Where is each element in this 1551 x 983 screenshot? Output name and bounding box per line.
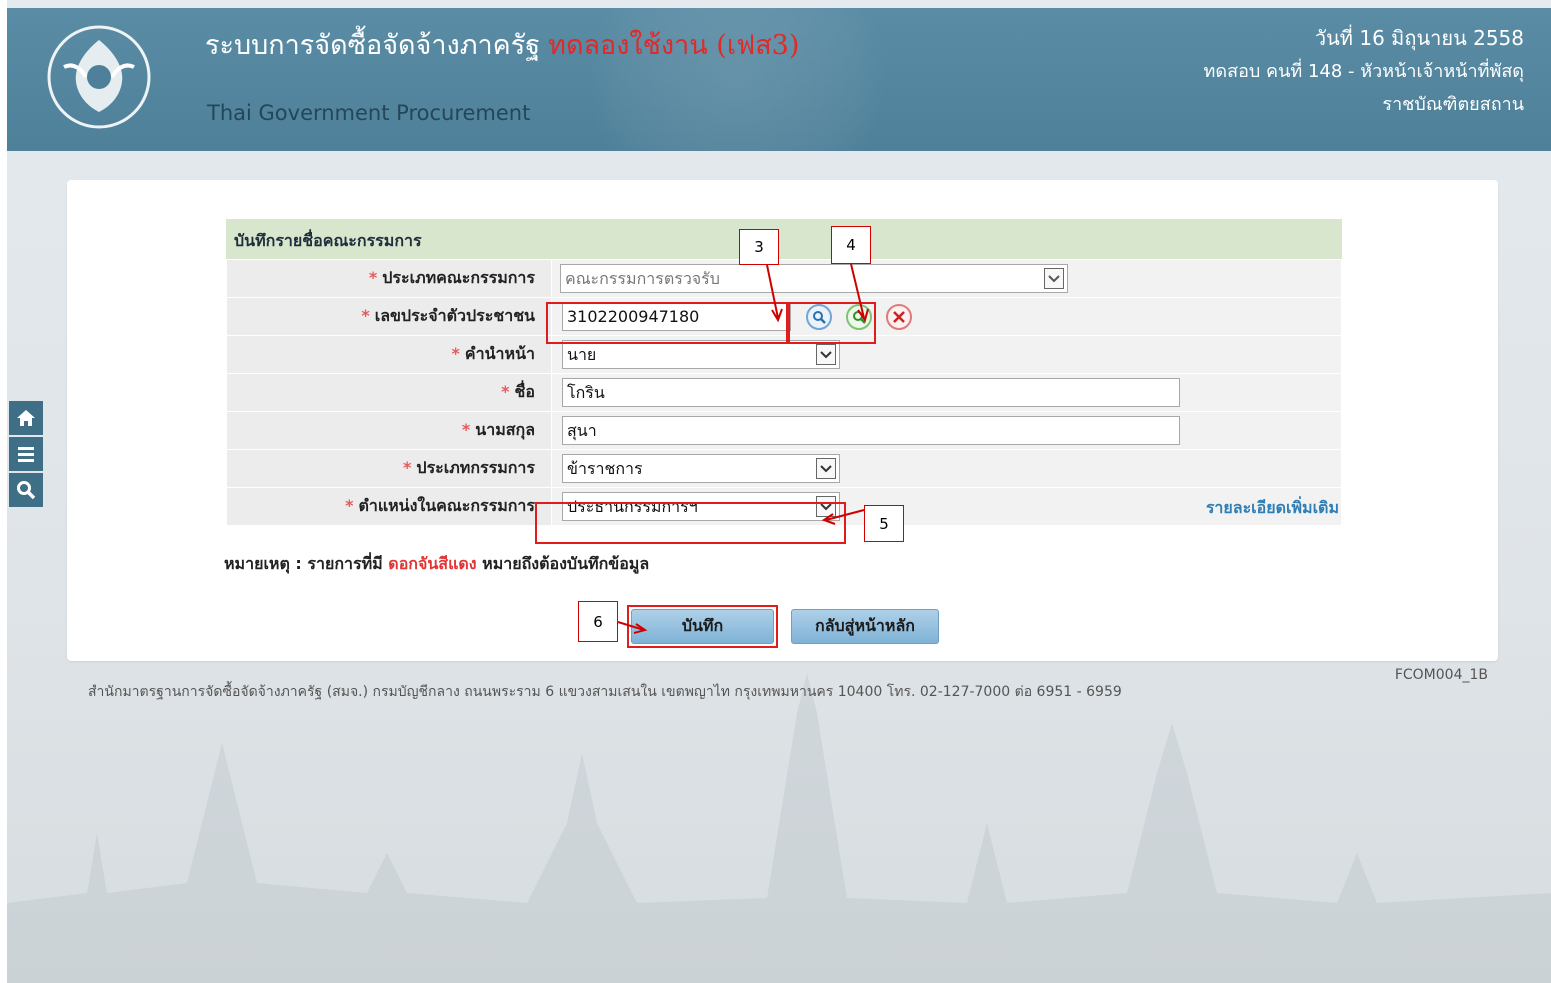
arrow-4 (850, 263, 865, 319)
callout-arrows (617, 263, 869, 634)
